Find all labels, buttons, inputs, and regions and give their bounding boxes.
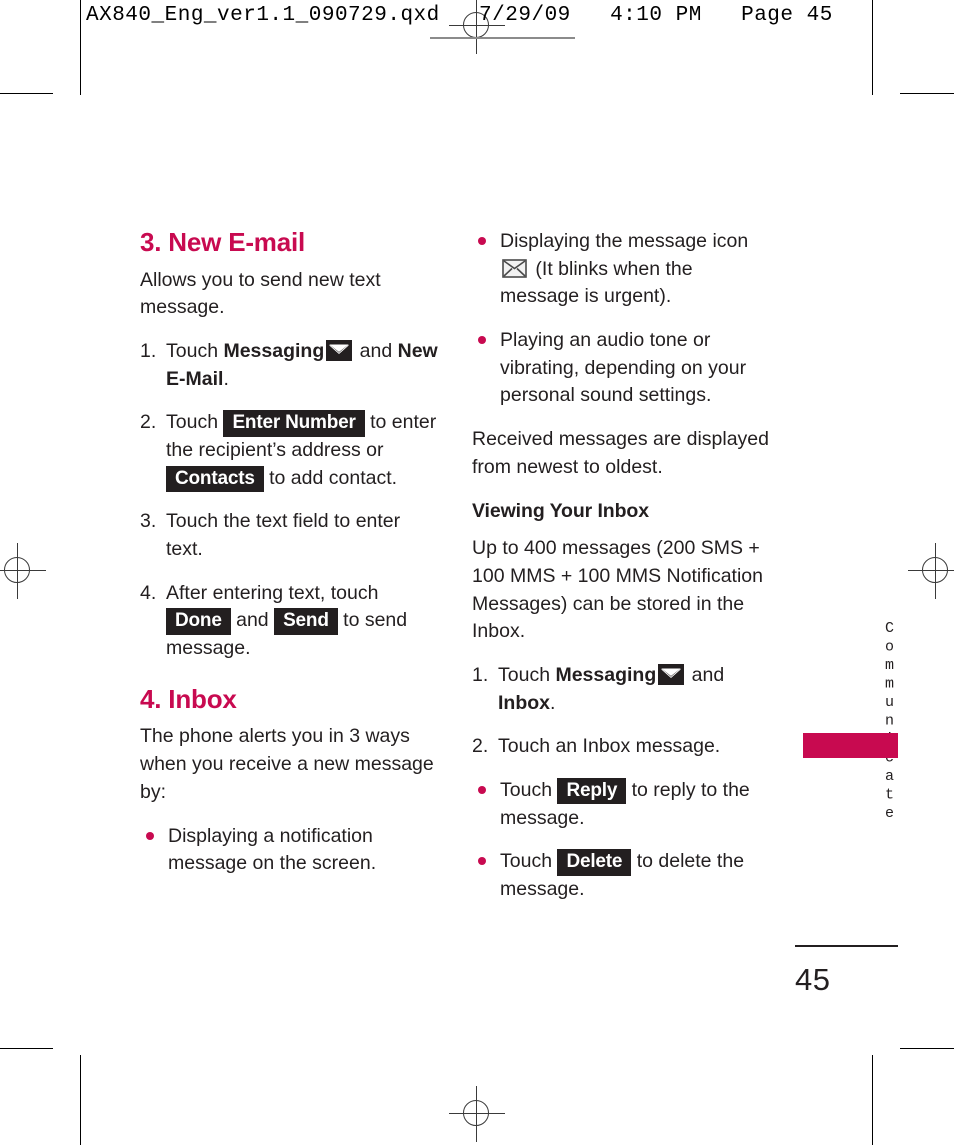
key-delete[interactable]: Delete	[557, 849, 632, 876]
step-text-b: and	[354, 339, 398, 362]
bullet-dot-icon	[478, 786, 486, 794]
step-text-a: Touch an Inbox message.	[498, 735, 721, 758]
page-title-new-email: 3. New E-mail	[140, 227, 306, 257]
inbox-alert-bullet-notification: Displaying a notification message on the…	[140, 823, 440, 878]
step-text-a: After entering text, touch	[166, 581, 379, 604]
key-contacts[interactable]: Contacts	[166, 465, 264, 492]
bullet-dot-icon	[478, 336, 486, 345]
step-text-a: Touch	[166, 339, 224, 362]
right-column: Displaying the message icon (It blinks w…	[472, 228, 772, 920]
bullet-text-a: Displaying the message icon	[500, 230, 749, 252]
viewing-inbox-step-2: 2. Touch an Inbox message.	[472, 733, 772, 761]
trim-mark-bottom-left	[0, 1048, 53, 1049]
trim-line-left-bottom	[80, 1055, 81, 1145]
envelope-solid-icon	[326, 339, 353, 361]
menu-messaging-label: Messaging	[223, 339, 325, 362]
viewing-inbox-step-1: 1. Touch Messaging and Inbox.	[472, 662, 772, 717]
step-text-b: and	[686, 663, 725, 686]
received-order-note: Received messages are displayed from new…	[472, 428, 769, 478]
left-column: 3. New E-mail Allows you to send new tex…	[140, 228, 440, 894]
bullet-text: Playing an audio tone or vibrating, depe…	[500, 329, 747, 407]
new-email-step-2: 2. Touch Enter Number to enter the recip…	[140, 409, 440, 492]
bullet-text-b: (It blinks when the message is urgent).	[500, 257, 693, 308]
step-marker: 1.	[140, 339, 157, 362]
bullet-dot-icon	[478, 857, 486, 866]
envelope-outline-icon	[502, 258, 528, 279]
step-marker: 1.	[472, 663, 489, 686]
trim-mark-top-left	[0, 93, 53, 94]
menu-inbox-label: Inbox	[498, 691, 550, 714]
inbox-capacity-note: Up to 400 messages (200 SMS + 100 MMS + …	[472, 537, 763, 643]
slug-underline	[430, 37, 575, 39]
inbox-alert-bullet-icon: Displaying the message icon (It blinks w…	[472, 228, 772, 311]
key-done[interactable]: Done	[166, 608, 231, 635]
trim-line-left	[80, 0, 81, 95]
key-enter-number[interactable]: Enter Number	[223, 410, 365, 437]
manual-page: AX840_Eng_ver1.1_090729.qxd 7/29/09 4:10…	[0, 0, 954, 1145]
section-tab-label: Communicate	[881, 620, 898, 824]
registration-mark-bottom	[449, 1086, 505, 1142]
inbox-alert-bullet-audio: Playing an audio tone or vibrating, depe…	[472, 327, 772, 410]
step-text-a: Touch	[498, 663, 556, 686]
trim-mark-bottom-right	[900, 1048, 954, 1049]
new-email-step-4: 4. After entering text, touch Done and S…	[140, 580, 440, 663]
folio-rule	[795, 945, 898, 947]
bullet-dot-icon	[478, 237, 486, 245]
registration-mark-right	[908, 543, 954, 599]
step-marker: 3.	[140, 510, 157, 533]
step-text-b: and	[230, 609, 275, 632]
inbox-action-bullet-reply: Touch Reply to reply to the message.	[472, 777, 772, 832]
step-text-c: .	[550, 691, 556, 714]
inbox-intro: The phone alerts you in 3 ways when you …	[140, 725, 434, 803]
page-number: 45	[795, 962, 831, 997]
registration-mark-left	[0, 543, 46, 599]
trim-line-right	[872, 0, 873, 95]
print-slug-line: AX840_Eng_ver1.1_090729.qxd 7/29/09 4:10…	[86, 4, 833, 27]
menu-messaging-label: Messaging	[555, 663, 657, 686]
bullet-dot-icon	[146, 831, 154, 840]
subheading-viewing-your-inbox: Viewing Your Inbox	[472, 499, 649, 522]
trim-line-right-bottom	[872, 1055, 873, 1145]
new-email-step-3: 3. Touch the text field to enter text.	[140, 508, 440, 563]
step-text-c: to add contact.	[263, 466, 398, 489]
new-email-intro: Allows you to send new text message.	[140, 268, 381, 319]
trim-mark-top-right	[900, 93, 954, 94]
bullet-text: Displaying a notification message on the…	[168, 824, 377, 875]
step-text-a: Touch the text field to enter text.	[166, 510, 401, 561]
envelope-solid-icon	[658, 663, 685, 685]
key-send[interactable]: Send	[274, 608, 338, 635]
step-text-c: .	[223, 367, 229, 390]
bullet-text-a: Touch	[500, 779, 558, 801]
inbox-action-bullet-delete: Touch Delete to delete the message.	[472, 848, 772, 903]
key-reply[interactable]: Reply	[557, 778, 627, 805]
section-tab-marker	[803, 733, 898, 758]
bullet-text-a: Touch	[500, 850, 558, 873]
step-marker: 4.	[140, 581, 157, 604]
new-email-step-1: 1. Touch Messaging and New E-Mail.	[140, 338, 440, 393]
step-marker: 2.	[472, 735, 489, 758]
page-title-inbox: 4. Inbox	[140, 683, 237, 714]
step-marker: 2.	[140, 411, 157, 434]
step-text-a: Touch	[166, 411, 224, 434]
